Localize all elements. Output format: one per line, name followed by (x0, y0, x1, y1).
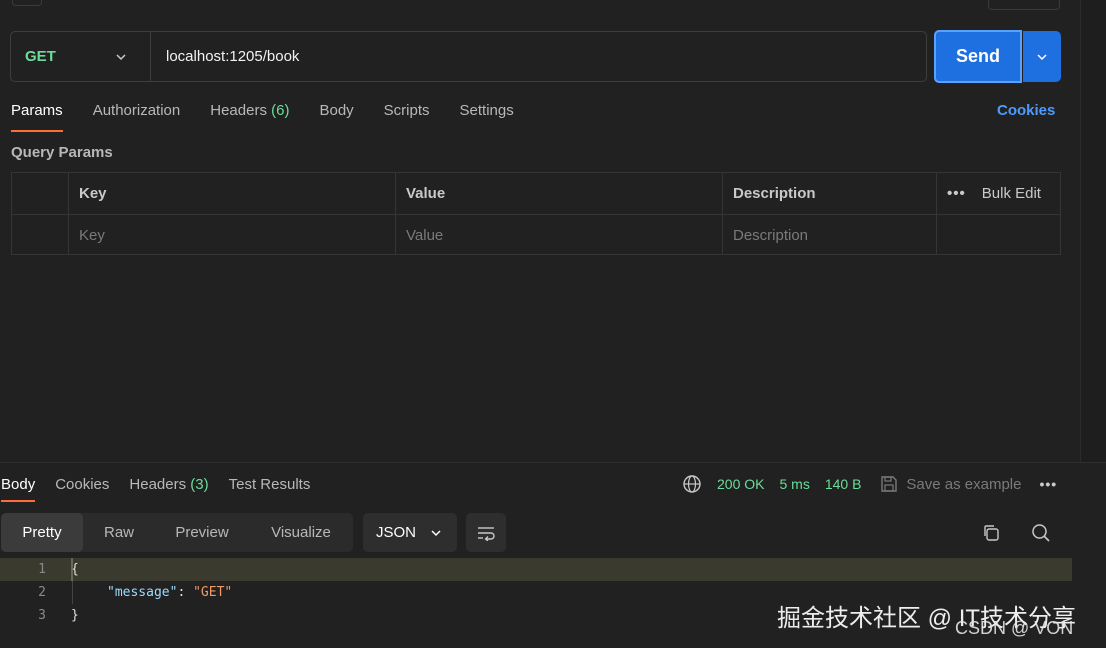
response-size[interactable]: 140 B (825, 476, 862, 492)
bulk-edit-button[interactable]: Bulk Edit (982, 185, 1041, 202)
view-raw-button[interactable]: Raw (83, 513, 155, 552)
top-left-button-stub[interactable] (12, 0, 42, 6)
chevron-down-icon (430, 527, 442, 539)
wrap-lines-icon (476, 525, 496, 542)
query-params-title: Query Params (11, 144, 113, 161)
tab-headers[interactable]: Headers (6) (210, 100, 289, 132)
right-sidebar-gutter (1080, 0, 1106, 462)
tab-authorization[interactable]: Authorization (93, 100, 181, 132)
code-colon: : (177, 585, 194, 600)
format-label: JSON (376, 524, 417, 541)
table-row: Key Value Description (12, 214, 1060, 255)
query-params-table: Key Value Description ••• Bulk Edit Key … (11, 172, 1061, 255)
code-key: "message" (107, 585, 178, 600)
tab-label: Test Results (228, 476, 311, 493)
tab-test-results[interactable]: Test Results (229, 474, 311, 502)
more-options-icon[interactable]: ••• (1040, 476, 1058, 492)
tab-scripts[interactable]: Scripts (384, 100, 430, 132)
view-mode-group: Pretty Raw Preview Visualize (1, 513, 353, 552)
search-icon[interactable] (1030, 522, 1052, 544)
send-options-button[interactable] (1023, 31, 1061, 82)
key-input[interactable]: Key (69, 215, 396, 255)
tab-label: Authorization (92, 102, 181, 119)
tab-label: Settings (459, 102, 514, 119)
send-button[interactable]: Send (934, 30, 1022, 83)
line-number: 1 (38, 562, 46, 577)
response-tabs: Body Cookies Headers (3) Test Results (1, 474, 330, 502)
tab-label: Cookies (55, 476, 110, 493)
key-column-header: Key (69, 173, 396, 214)
line-number: 2 (38, 585, 46, 600)
value-input[interactable]: Value (396, 215, 723, 255)
description-input[interactable]: Description (723, 215, 937, 255)
tab-response-cookies[interactable]: Cookies (55, 474, 109, 502)
row-actions-cell (937, 215, 1060, 255)
headers-count-badge: (6) (271, 102, 290, 119)
indent-guide (72, 581, 73, 604)
tab-label: Body (319, 102, 354, 119)
tab-settings[interactable]: Settings (460, 100, 514, 132)
code-value: "GET" (193, 585, 233, 600)
wrap-lines-button[interactable] (466, 513, 506, 552)
response-meta: 200 OK 5 ms 140 B Save as example ••• (682, 474, 1057, 494)
globe-icon[interactable] (682, 474, 702, 494)
chevron-down-icon (1036, 51, 1048, 63)
url-input[interactable]: localhost:1205/book (151, 48, 926, 65)
line-number: 3 (38, 608, 46, 623)
tab-body[interactable]: Body (319, 100, 353, 132)
tab-response-body[interactable]: Body (1, 474, 36, 502)
tab-label: Body (1, 476, 36, 493)
watermark-sub: CSDN @ VON (955, 618, 1074, 638)
tab-label: Headers (129, 476, 187, 493)
method-select[interactable]: GET (11, 32, 151, 81)
tab-response-headers[interactable]: Headers (3) (129, 474, 208, 502)
save-as-example-button[interactable]: Save as example (906, 476, 1021, 493)
checkbox-column-header (12, 173, 69, 214)
copy-icon[interactable] (980, 522, 1002, 544)
tab-label: Scripts (383, 102, 430, 119)
response-headers-count-badge: (3) (190, 476, 209, 493)
view-visualize-button[interactable]: Visualize (249, 513, 353, 552)
code-close-brace: } (71, 608, 79, 623)
format-select[interactable]: JSON (363, 513, 457, 552)
request-url-bar: GET localhost:1205/book (10, 31, 927, 82)
code-line: 1 { (0, 558, 1072, 581)
response-time[interactable]: 5 ms (779, 476, 809, 492)
description-column-header: Description (723, 173, 937, 214)
tab-label: Headers (210, 102, 267, 119)
tab-label: Params (11, 102, 63, 119)
cookies-link[interactable]: Cookies (997, 102, 1055, 119)
row-checkbox-cell (12, 215, 69, 255)
table-header-row: Key Value Description ••• Bulk Edit (12, 173, 1060, 214)
bulk-edit-cell: ••• Bulk Edit (937, 173, 1060, 214)
chevron-down-icon (115, 51, 127, 63)
cursor-marker (71, 558, 73, 581)
method-label: GET (25, 48, 56, 65)
tab-params[interactable]: Params (11, 100, 63, 132)
value-column-header: Value (396, 173, 723, 214)
request-tabs: Params Authorization Headers (6) Body Sc… (11, 100, 544, 132)
response-divider[interactable] (0, 462, 1106, 463)
status-badge[interactable]: 200 OK (717, 476, 764, 492)
save-icon (880, 475, 898, 493)
more-options-icon[interactable]: ••• (947, 185, 966, 202)
view-pretty-button[interactable]: Pretty (1, 513, 83, 552)
view-preview-button[interactable]: Preview (155, 513, 249, 552)
top-right-button-stub[interactable] (988, 0, 1060, 10)
